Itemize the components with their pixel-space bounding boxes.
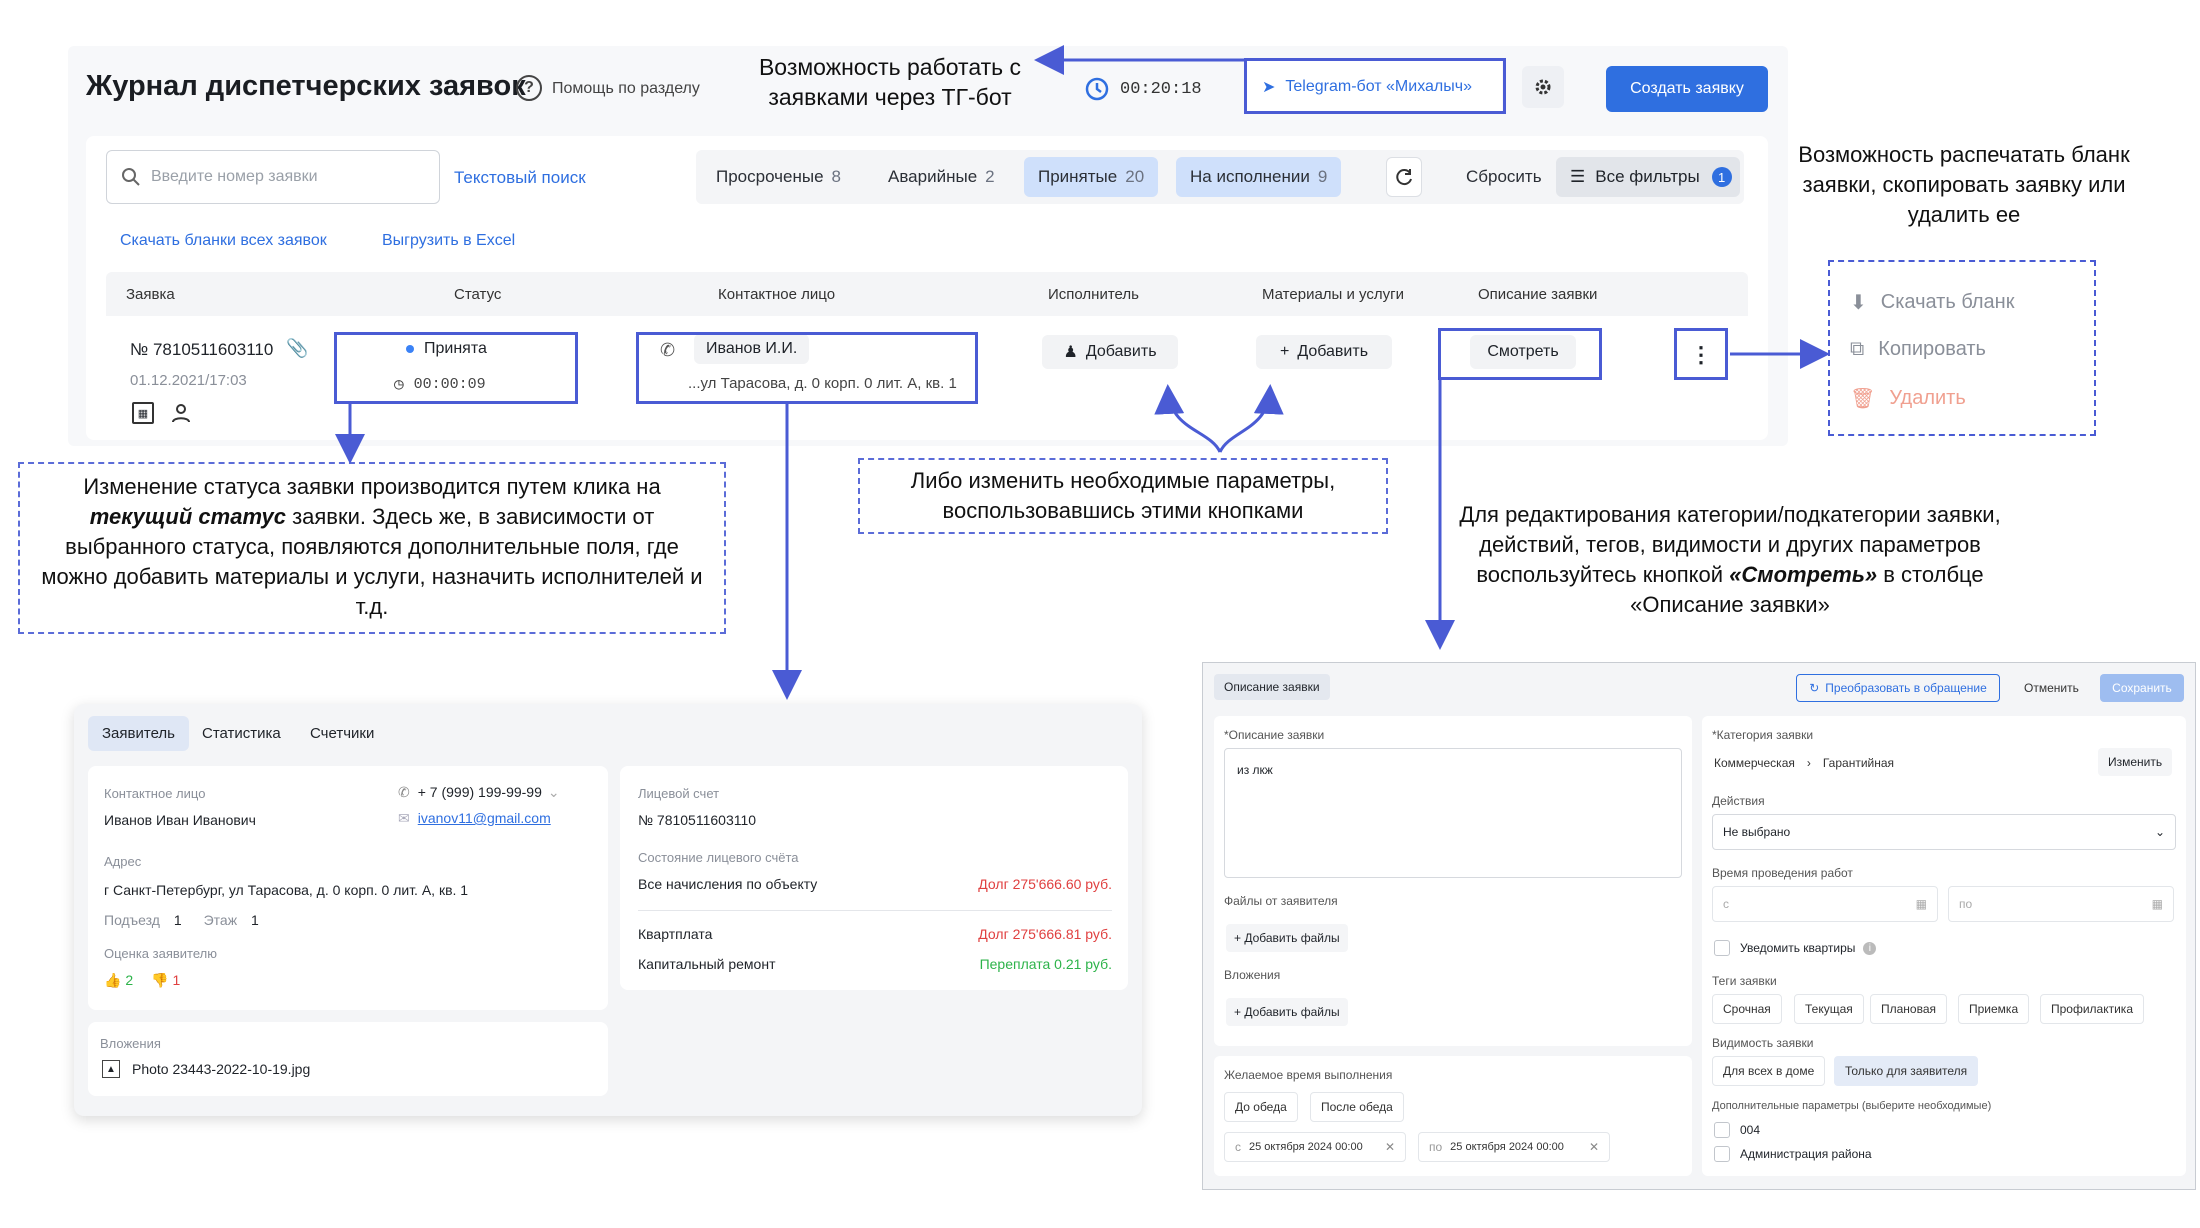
thumb-up-icon: 👍 bbox=[104, 972, 122, 988]
clear-icon[interactable]: ✕ bbox=[1589, 1140, 1599, 1154]
tab-stats[interactable]: Статистика bbox=[202, 725, 281, 742]
vis-only-applicant[interactable]: Только для заявителя bbox=[1834, 1056, 1979, 1086]
entrance-row: Подъезд 1 Этаж 1 bbox=[104, 912, 259, 928]
phone-row[interactable]: ✆ + 7 (999) 199-99-99 ⌄ bbox=[398, 784, 560, 801]
attach-label: Вложения bbox=[100, 1036, 161, 1051]
extra-label: Дополнительные параметры (выберите необх… bbox=[1712, 1100, 1992, 1112]
image-icon: ▲ bbox=[102, 1060, 120, 1078]
desc-label: *Описание заявки bbox=[1224, 728, 1325, 742]
divider bbox=[638, 910, 1112, 911]
save-button[interactable]: Сохранить bbox=[2100, 674, 2184, 702]
tag-planned[interactable]: Плановая bbox=[1870, 994, 1948, 1024]
state-label: Состояние лицевого счёта bbox=[638, 850, 799, 865]
tab-applicant[interactable]: Заявитель bbox=[88, 716, 189, 751]
work-to-input[interactable]: по ▦ bbox=[1948, 886, 2174, 922]
extra-option-1[interactable]: 004 bbox=[1714, 1122, 1760, 1138]
attach-label-desc: Вложения bbox=[1224, 968, 1281, 982]
thumb-down-icon: 👎 bbox=[151, 972, 169, 988]
chevron-right-icon: › bbox=[1806, 756, 1811, 770]
work-time-label: Время проведения работ bbox=[1712, 866, 1853, 880]
calendar-icon: ▦ bbox=[1915, 897, 1927, 911]
desc-tab[interactable]: Описание заявки bbox=[1214, 674, 1330, 700]
mail-icon: ✉ bbox=[398, 810, 410, 826]
charge-row-repair: Капитальный ремонт Переплата 0.21 руб. bbox=[638, 956, 1112, 972]
before-lunch[interactable]: До обеда bbox=[1224, 1092, 1298, 1122]
extra-option-2[interactable]: Администрация района bbox=[1714, 1146, 1872, 1162]
work-from-input[interactable]: с ▦ bbox=[1712, 886, 1938, 922]
chevron-down-icon: ⌄ bbox=[547, 784, 560, 800]
info-icon: i bbox=[1863, 941, 1877, 955]
phone-small-icon: ✆ bbox=[398, 784, 410, 800]
notify-checkbox[interactable]: Уведомить квартиры i bbox=[1714, 940, 1877, 956]
rating-label: Оценка заявителю bbox=[104, 946, 217, 961]
chevron-down-icon: ⌄ bbox=[2154, 825, 2165, 839]
email-row[interactable]: ✉ ivanov11@gmail.com bbox=[398, 810, 551, 827]
convert-icon: ↻ bbox=[1809, 681, 1820, 695]
cancel-button[interactable]: Отменить bbox=[2024, 681, 2079, 695]
convert-button[interactable]: ↻ Преобразовать в обращение bbox=[1796, 674, 2000, 702]
after-lunch[interactable]: После обеда bbox=[1310, 1092, 1404, 1122]
actions-label: Действия bbox=[1712, 794, 1765, 808]
cat-label: *Категория заявки bbox=[1712, 728, 1814, 742]
rating-row[interactable]: 👍 2 👎 1 bbox=[104, 972, 180, 989]
files-label: Файлы от заявителя bbox=[1224, 894, 1338, 908]
address-value: г Санкт-Петербург, ул Тарасова, д. 0 кор… bbox=[104, 882, 469, 898]
add-attach-button[interactable]: + Добавить файлы bbox=[1226, 998, 1348, 1026]
tab-meters[interactable]: Счетчики bbox=[310, 725, 374, 742]
clear-icon[interactable]: ✕ bbox=[1385, 1140, 1395, 1154]
tags-label: Теги заявки bbox=[1712, 974, 1777, 988]
contact-fullname: Иванов Иван Иванович bbox=[104, 812, 256, 828]
address-label: Адрес bbox=[104, 854, 142, 869]
contact-label: Контактное лицо bbox=[104, 786, 206, 801]
actions-select[interactable]: Не выбрано ⌄ bbox=[1712, 814, 2176, 850]
to-date[interactable]: по 25 октября 2024 00:00 ✕ bbox=[1418, 1132, 1610, 1162]
calendar-icon: ▦ bbox=[2151, 897, 2163, 911]
time-label: Желаемое время выполнения bbox=[1224, 1068, 1393, 1082]
desc-textarea[interactable]: из лкж bbox=[1224, 748, 1682, 878]
visibility-label: Видимость заявки bbox=[1712, 1036, 1814, 1050]
account-label: Лицевой счет bbox=[638, 786, 720, 801]
tag-current[interactable]: Текущая bbox=[1794, 994, 1864, 1024]
change-button[interactable]: Изменить bbox=[2098, 748, 2173, 776]
desc-text: из лкж bbox=[1237, 763, 1273, 777]
charge-row-rent: Квартплата Долг 275'666.81 руб. bbox=[638, 926, 1112, 942]
attach-file[interactable]: ▲ Photo 23443-2022-10-19.jpg bbox=[102, 1060, 310, 1078]
vis-all[interactable]: Для всех в доме bbox=[1712, 1056, 1826, 1086]
from-date[interactable]: с 25 октября 2024 00:00 ✕ bbox=[1224, 1132, 1406, 1162]
tag-prevention[interactable]: Профилактика bbox=[2040, 994, 2144, 1024]
attach-card bbox=[88, 1022, 608, 1096]
tag-urgent[interactable]: Срочная bbox=[1712, 994, 1782, 1024]
tag-acceptance[interactable]: Приемка bbox=[1958, 994, 2030, 1024]
category-path: Коммерческая › Гарантийная bbox=[1714, 756, 1895, 770]
charge-row-total: Все начисления по объекту Долг 275'666.60… bbox=[638, 876, 1112, 892]
account-number: № 7810511603110 bbox=[638, 812, 757, 828]
add-files-button[interactable]: + Добавить файлы bbox=[1226, 924, 1348, 952]
